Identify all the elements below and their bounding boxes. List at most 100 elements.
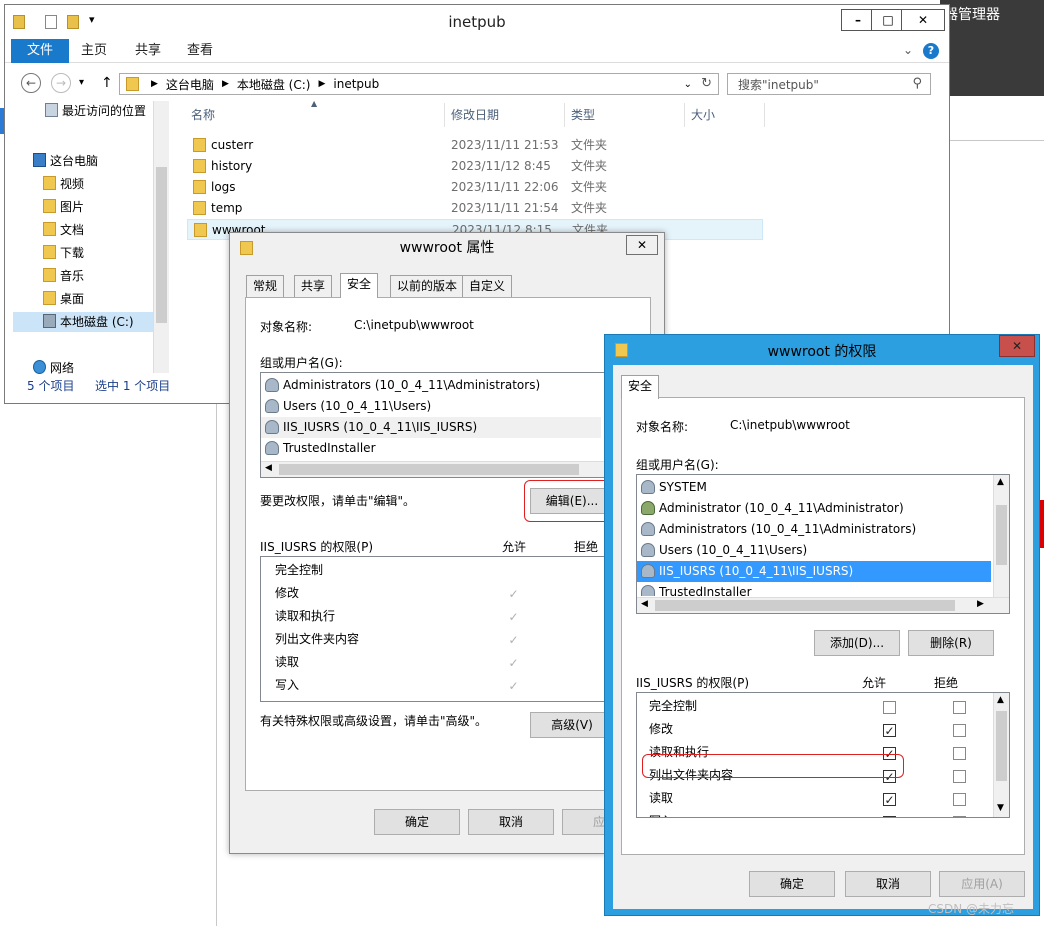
allow-checkbox[interactable]: ✓ xyxy=(883,793,896,806)
list-item[interactable]: Users (10_0_4_11\Users) xyxy=(265,396,431,417)
list-item[interactable]: SYSTEM xyxy=(641,477,707,498)
remove-button[interactable]: 删除(R) xyxy=(908,630,994,656)
ok-button[interactable]: 确定 xyxy=(749,871,835,897)
nav-item-recent[interactable]: 最近访问的位置 xyxy=(45,101,146,121)
scrollbar-thumb[interactable] xyxy=(996,505,1007,565)
tab-share[interactable]: 共享 xyxy=(135,39,161,63)
scroll-up-icon[interactable]: ▲ xyxy=(997,477,1004,487)
tab-file[interactable]: 文件 xyxy=(11,39,69,63)
users-group-icon xyxy=(265,420,279,434)
nav-item-local-disk[interactable]: 本地磁盘 (C:) xyxy=(13,312,153,332)
navigation-scrollbar[interactable] xyxy=(153,101,169,373)
column-header-date[interactable]: 修改日期 xyxy=(445,103,565,127)
allow-checkbox[interactable]: ✓ xyxy=(883,816,896,817)
vertical-scrollbar[interactable]: ▲ ▼ xyxy=(993,693,1009,817)
list-item[interactable]: Administrators (10_0_4_11\Administrators… xyxy=(641,519,916,540)
tab-previous-versions[interactable]: 以前的版本 xyxy=(390,275,465,297)
deny-checkbox[interactable] xyxy=(953,770,966,783)
permission-row: 列出文件夹内容 xyxy=(275,632,360,646)
address-dropdown-icon[interactable]: ⌄ xyxy=(684,79,692,90)
ok-button[interactable]: 确定 xyxy=(374,809,460,835)
tab-home[interactable]: 主页 xyxy=(81,39,107,63)
scrollbar-thumb[interactable] xyxy=(156,167,167,323)
horizontal-scrollbar[interactable]: ◀ xyxy=(261,461,639,477)
scroll-up-icon[interactable]: ▲ xyxy=(997,695,1004,705)
file-row[interactable]: logs 2023/11/11 22:06 文件夹 xyxy=(187,177,763,198)
scrollbar-thumb[interactable] xyxy=(996,711,1007,781)
scroll-right-icon[interactable]: ▶ xyxy=(977,599,984,609)
ribbon-expand-icon[interactable]: ⌄ xyxy=(903,43,913,57)
chevron-right-icon[interactable]: ▶ xyxy=(151,79,158,89)
column-header-type[interactable]: 类型 xyxy=(565,103,685,127)
nav-item-videos[interactable]: 视频 xyxy=(43,174,84,194)
nav-item-desktop[interactable]: 桌面 xyxy=(43,289,84,309)
address-bar[interactable]: ▶ 这台电脑 ▶ 本地磁盘 (C:) ▶ inetpub ⌄ ↻ xyxy=(119,73,719,95)
scroll-left-icon[interactable]: ◀ xyxy=(641,599,648,609)
breadcrumb-inetpub[interactable]: inetpub xyxy=(333,77,379,91)
nav-item-music[interactable]: 音乐 xyxy=(43,266,84,286)
close-button[interactable]: ✕ xyxy=(999,335,1035,357)
nav-item-pictures[interactable]: 图片 xyxy=(43,197,84,217)
scrollbar-thumb[interactable] xyxy=(655,600,955,611)
file-row[interactable]: history 2023/11/12 8:45 文件夹 xyxy=(187,156,763,177)
tab-sharing[interactable]: 共享 xyxy=(294,275,333,297)
scroll-left-icon[interactable]: ◀ xyxy=(265,463,272,473)
help-icon[interactable]: ? xyxy=(923,43,939,59)
advanced-button[interactable]: 高级(V) xyxy=(530,712,614,738)
nav-item-downloads[interactable]: 下载 xyxy=(43,243,84,263)
minimize-button[interactable]: – xyxy=(841,9,875,31)
tab-security[interactable]: 安全 xyxy=(340,273,379,298)
add-button[interactable]: 添加(D)... xyxy=(814,630,900,656)
deny-checkbox[interactable] xyxy=(953,793,966,806)
recent-locations-icon[interactable]: ▾ xyxy=(79,77,84,88)
list-item[interactable]: TrustedInstaller xyxy=(265,438,376,459)
deny-checkbox[interactable] xyxy=(953,816,966,817)
search-icon[interactable]: ⚲ xyxy=(912,76,922,91)
permission-row: 读取 xyxy=(275,655,300,669)
breadcrumb-this-pc[interactable]: 这台电脑 xyxy=(166,76,214,93)
back-button[interactable]: ← xyxy=(21,73,41,93)
vertical-scrollbar[interactable]: ▲ xyxy=(993,475,1009,597)
users-list[interactable]: Administrators (10_0_4_11\Administrators… xyxy=(260,372,640,478)
users-group-icon xyxy=(641,564,655,578)
tab-customize[interactable]: 自定义 xyxy=(462,275,513,297)
deny-checkbox[interactable] xyxy=(953,701,966,714)
refresh-icon[interactable]: ↻ xyxy=(701,76,712,91)
horizontal-scrollbar[interactable]: ◀ ▶ xyxy=(637,597,1009,613)
tab-security[interactable]: 安全 xyxy=(621,375,660,399)
breadcrumb-local-disk[interactable]: 本地磁盘 (C:) xyxy=(237,76,311,93)
tab-general[interactable]: 常规 xyxy=(246,275,285,297)
up-button[interactable]: ↑ xyxy=(101,75,113,91)
list-item[interactable]: TrustedInstaller xyxy=(641,582,752,596)
maximize-button[interactable]: □ xyxy=(871,9,905,31)
users-list[interactable]: SYSTEM Administrator (10_0_4_11\Administ… xyxy=(636,474,1010,614)
allow-checkbox[interactable] xyxy=(883,701,896,714)
allow-checkbox[interactable]: ✓ xyxy=(883,724,896,737)
list-item[interactable]: Administrator (10_0_4_11\Administrator) xyxy=(641,498,904,519)
cancel-button[interactable]: 取消 xyxy=(468,809,554,835)
scroll-down-icon[interactable]: ▼ xyxy=(997,803,1004,813)
forward-button[interactable]: → xyxy=(51,73,71,93)
chevron-right-icon[interactable]: ▶ xyxy=(318,79,325,89)
nav-item-network[interactable]: 网络 xyxy=(33,358,74,378)
scrollbar-thumb[interactable] xyxy=(279,464,579,475)
deny-column-label: 拒绝 xyxy=(934,676,959,690)
column-header-size[interactable]: 大小 xyxy=(685,103,765,127)
tab-view[interactable]: 查看 xyxy=(187,39,213,63)
deny-checkbox[interactable] xyxy=(953,724,966,737)
list-item-selected[interactable]: IIS_IUSRS (10_0_4_11\IIS_IUSRS) xyxy=(637,561,991,582)
file-row[interactable]: temp 2023/11/11 21:54 文件夹 xyxy=(187,198,763,219)
list-item-selected[interactable]: IIS_IUSRS (10_0_4_11\IIS_IUSRS) xyxy=(261,417,601,438)
search-input[interactable]: 搜索"inetpub" ⚲ xyxy=(727,73,931,95)
close-button[interactable]: ✕ xyxy=(901,9,945,31)
apply-button[interactable]: 应用(A) xyxy=(939,871,1025,897)
list-item[interactable]: Users (10_0_4_11\Users) xyxy=(641,540,807,561)
list-item[interactable]: Administrators (10_0_4_11\Administrators… xyxy=(265,375,540,396)
nav-item-documents[interactable]: 文档 xyxy=(43,220,84,240)
deny-checkbox[interactable] xyxy=(953,747,966,760)
file-row[interactable]: custerr 2023/11/11 21:53 文件夹 xyxy=(187,135,763,156)
close-button[interactable]: ✕ xyxy=(626,235,658,255)
nav-item-this-pc[interactable]: 这台电脑 xyxy=(33,151,98,171)
chevron-right-icon[interactable]: ▶ xyxy=(222,79,229,89)
cancel-button[interactable]: 取消 xyxy=(845,871,931,897)
